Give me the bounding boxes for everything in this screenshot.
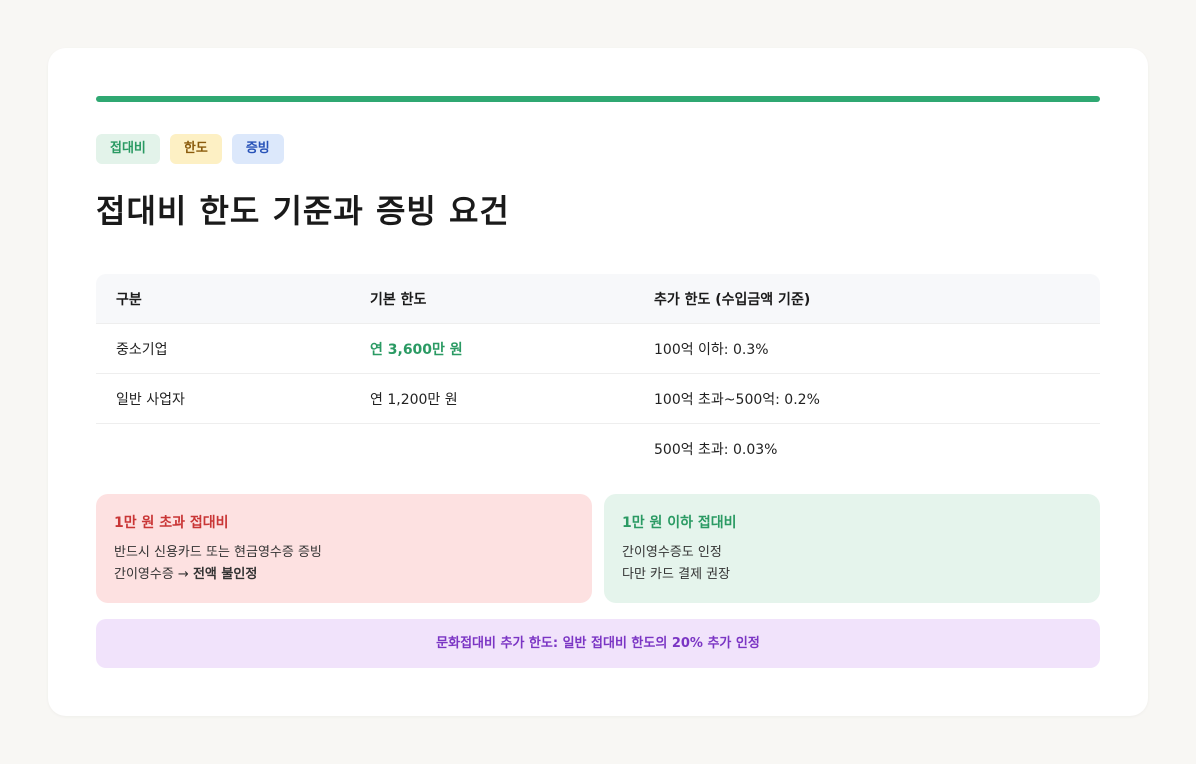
header-base-limit: 기본 한도 — [370, 291, 427, 308]
over-10k-line2: 간이영수증 → 전액 불인정 — [114, 564, 574, 586]
over-10k-line2-prefix: 간이영수증 → — [114, 567, 193, 582]
tag-evidence: 증빙 — [231, 134, 284, 164]
under-10k-line1: 간이영수증도 인정 — [622, 545, 722, 560]
content-card: 접대비 한도 증빙 접대비 한도 기준과 증빙 요건 구분 기본 한도 추가 한… — [48, 48, 1148, 716]
over-10k-line1: 반드시 신용카드 또는 현금영수증 증빙 — [114, 545, 322, 560]
page-title: 접대비 한도 기준과 증빙 요건 — [96, 192, 510, 230]
tag-list: 접대비 한도 증빙 — [96, 134, 284, 164]
culture-note: 문화접대비 추가 한도: 일반 접대비 한도의 20% 추가 인정 — [96, 619, 1100, 668]
accent-bar — [96, 96, 1100, 102]
over-10k-line2-strong: 전액 불인정 — [192, 567, 258, 582]
cell-base-limit: 연 3,600만 원 — [370, 341, 463, 358]
cell-extra-limit: 500억 초과: 0.03% — [654, 441, 778, 458]
tag-entertainment: 접대비 — [96, 134, 160, 164]
table-row: 500억 초과: 0.03% — [96, 424, 1100, 473]
header-extra-limit: 추가 한도 (수입금액 기준) — [654, 291, 811, 308]
cell-extra-limit: 100억 초과~500억: 0.2% — [654, 391, 820, 408]
under-10k-box: 1만 원 이하 접대비 간이영수증도 인정 다만 카드 결제 권장 — [604, 494, 1100, 603]
table-row: 중소기업 연 3,600만 원 100억 이하: 0.3% — [96, 324, 1100, 374]
table-header-row: 구분 기본 한도 추가 한도 (수입금액 기준) — [96, 274, 1100, 324]
under-10k-title: 1만 원 이하 접대비 — [622, 515, 737, 531]
over-10k-title: 1만 원 초과 접대비 — [114, 515, 229, 531]
tag-limit: 한도 — [169, 134, 222, 164]
cell-base-limit: 연 1,200만 원 — [370, 391, 458, 408]
limit-table: 구분 기본 한도 추가 한도 (수입금액 기준) 중소기업 연 3,600만 원… — [96, 274, 1100, 473]
under-10k-line2: 다만 카드 결제 권장 — [622, 567, 731, 582]
cell-category: 일반 사업자 — [116, 391, 185, 408]
cell-category: 중소기업 — [116, 341, 168, 358]
cell-extra-limit: 100억 이하: 0.3% — [654, 341, 769, 358]
header-category: 구분 — [116, 291, 142, 308]
table-row: 일반 사업자 연 1,200만 원 100억 초과~500억: 0.2% — [96, 374, 1100, 424]
over-10k-box: 1만 원 초과 접대비 반드시 신용카드 또는 현금영수증 증빙 간이영수증 →… — [96, 494, 592, 603]
